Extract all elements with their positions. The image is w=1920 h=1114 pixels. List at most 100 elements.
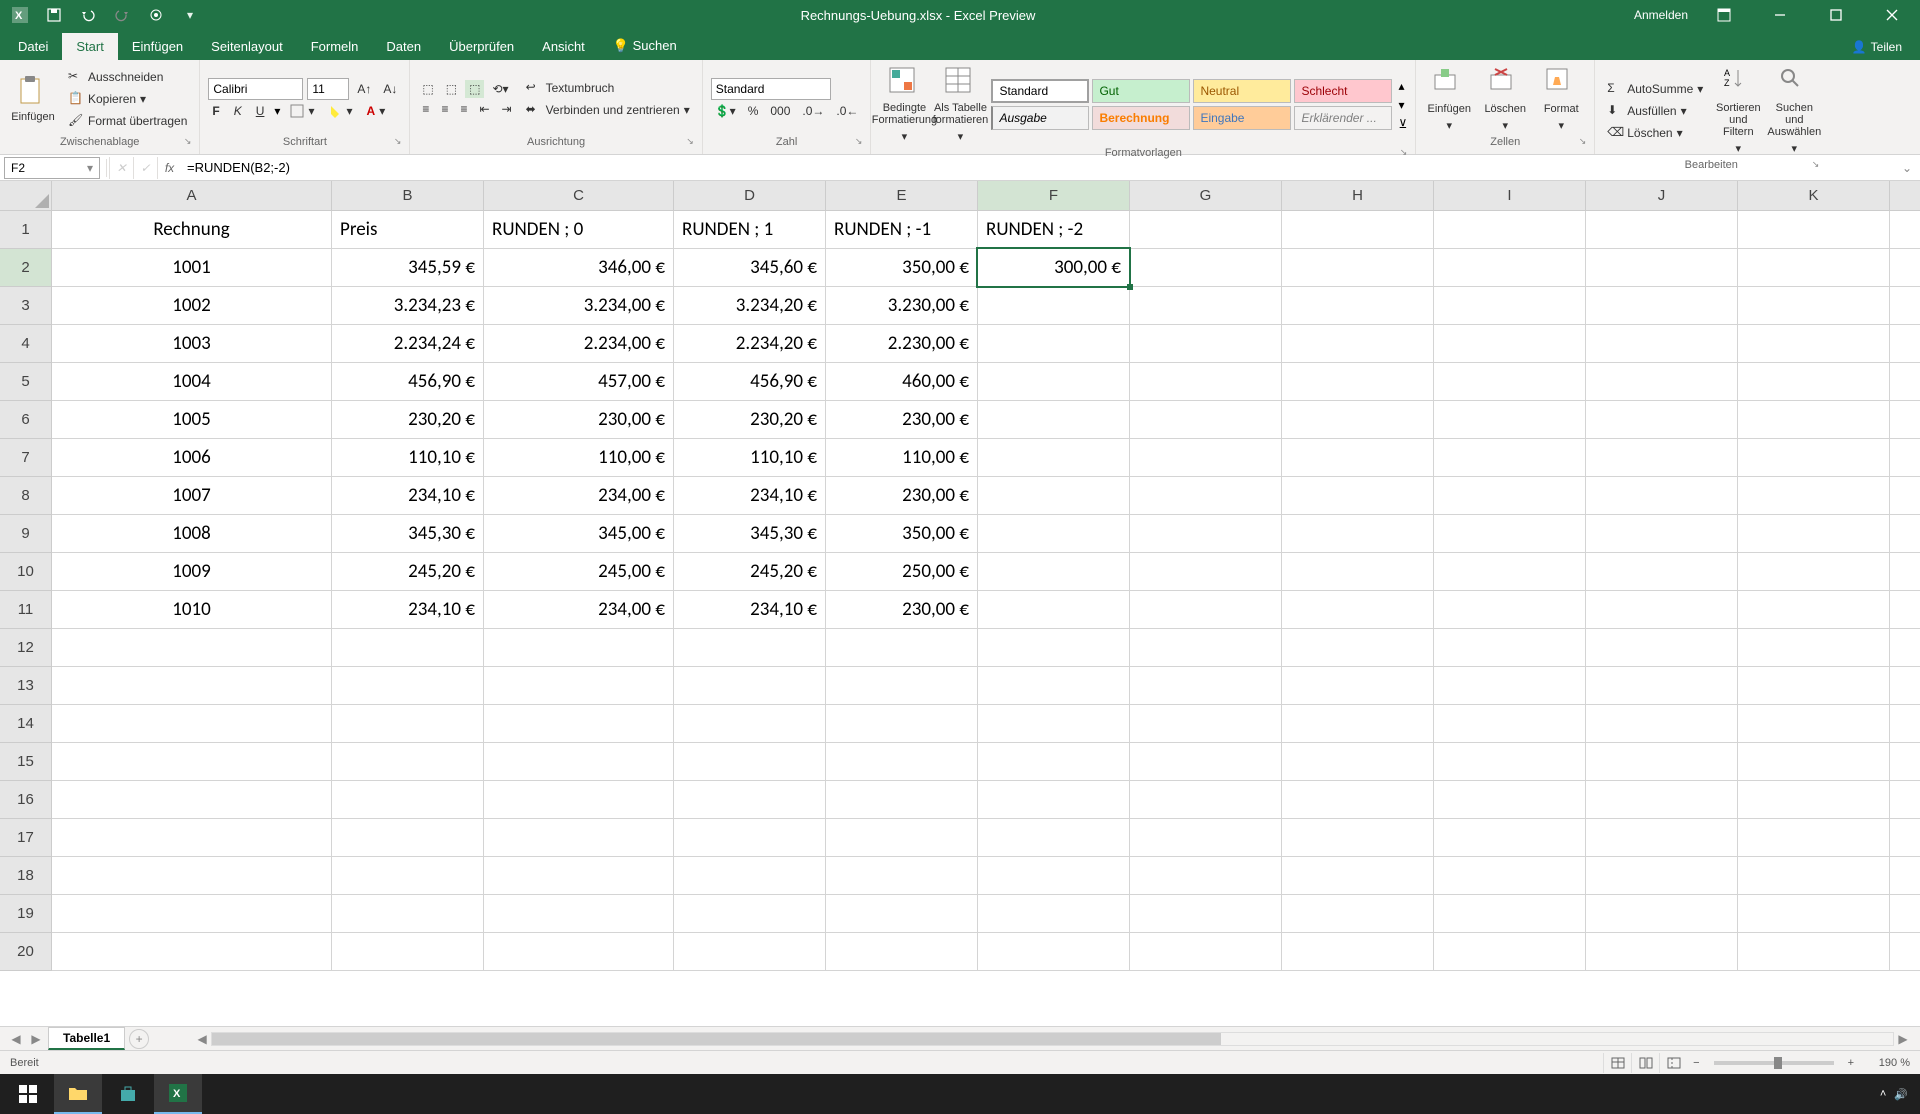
- tab-einfuegen[interactable]: Einfügen: [118, 33, 197, 60]
- cell-E13[interactable]: [826, 667, 978, 705]
- cell-I18[interactable]: [1434, 857, 1586, 895]
- row-header-3[interactable]: 3: [0, 287, 52, 325]
- cell-A16[interactable]: [52, 781, 332, 819]
- tab-ueberpruefen[interactable]: Überprüfen: [435, 33, 528, 60]
- cell-F19[interactable]: [978, 895, 1130, 933]
- cell-J18[interactable]: [1586, 857, 1738, 895]
- cell-J3[interactable]: [1586, 287, 1738, 325]
- cell-B13[interactable]: [332, 667, 484, 705]
- tab-daten[interactable]: Daten: [372, 33, 435, 60]
- cell-B11[interactable]: 234,10 €: [332, 591, 484, 629]
- align-top-icon[interactable]: ⬚: [418, 80, 437, 98]
- redo-icon[interactable]: [110, 3, 134, 27]
- cell-B20[interactable]: [332, 933, 484, 971]
- cell-I5[interactable]: [1434, 363, 1586, 401]
- cell-E7[interactable]: 110,00 €: [826, 439, 978, 477]
- cell-A4[interactable]: 1003: [52, 325, 332, 363]
- cell-H5[interactable]: [1282, 363, 1434, 401]
- cell-A9[interactable]: 1008: [52, 515, 332, 553]
- decrease-decimal-icon[interactable]: .0←: [832, 102, 862, 120]
- cell-A12[interactable]: [52, 629, 332, 667]
- cell-B9[interactable]: 345,30 €: [332, 515, 484, 553]
- cell-C6[interactable]: 230,00 €: [484, 401, 674, 439]
- cell-I2[interactable]: [1434, 249, 1586, 287]
- cell-E12[interactable]: [826, 629, 978, 667]
- cell-J8[interactable]: [1586, 477, 1738, 515]
- cell-overflow[interactable]: [1890, 743, 1920, 781]
- cell-overflow[interactable]: [1890, 895, 1920, 933]
- cell-C14[interactable]: [484, 705, 674, 743]
- cell-J16[interactable]: [1586, 781, 1738, 819]
- cell-overflow[interactable]: [1890, 933, 1920, 971]
- cell-I3[interactable]: [1434, 287, 1586, 325]
- currency-icon[interactable]: 💲▾: [711, 102, 740, 120]
- cell-G9[interactable]: [1130, 515, 1282, 553]
- column-header-F[interactable]: F: [978, 181, 1130, 211]
- cell-B6[interactable]: 230,20 €: [332, 401, 484, 439]
- cell-C20[interactable]: [484, 933, 674, 971]
- fx-icon[interactable]: fx: [157, 157, 181, 179]
- row-header-7[interactable]: 7: [0, 439, 52, 477]
- cell-H17[interactable]: [1282, 819, 1434, 857]
- row-header-15[interactable]: 15: [0, 743, 52, 781]
- cell-D8[interactable]: 234,10 €: [674, 477, 826, 515]
- align-bottom-icon[interactable]: ⬚: [465, 80, 484, 98]
- cell-H14[interactable]: [1282, 705, 1434, 743]
- cut-button[interactable]: ✂Ausschneiden: [64, 67, 191, 87]
- cell-D16[interactable]: [674, 781, 826, 819]
- column-header-D[interactable]: D: [674, 181, 826, 211]
- cell-B15[interactable]: [332, 743, 484, 781]
- cell-style-ausgabe[interactable]: Ausgabe: [991, 106, 1089, 130]
- row-header-2[interactable]: 2: [0, 249, 52, 287]
- cell-G13[interactable]: [1130, 667, 1282, 705]
- cell-C15[interactable]: [484, 743, 674, 781]
- cell-F12[interactable]: [978, 629, 1130, 667]
- cell-J6[interactable]: [1586, 401, 1738, 439]
- cell-G19[interactable]: [1130, 895, 1282, 933]
- cell-D11[interactable]: 234,10 €: [674, 591, 826, 629]
- cell-F3[interactable]: [978, 287, 1130, 325]
- cell-G6[interactable]: [1130, 401, 1282, 439]
- save-icon[interactable]: [42, 3, 66, 27]
- cell-overflow[interactable]: [1890, 401, 1920, 439]
- cell-I9[interactable]: [1434, 515, 1586, 553]
- close-icon[interactable]: [1872, 0, 1912, 30]
- cell-J19[interactable]: [1586, 895, 1738, 933]
- cell-B3[interactable]: 3.234,23 €: [332, 287, 484, 325]
- cell-K19[interactable]: [1738, 895, 1890, 933]
- cell-overflow[interactable]: [1890, 477, 1920, 515]
- cell-B12[interactable]: [332, 629, 484, 667]
- tray-up-icon[interactable]: ˄: [1880, 1088, 1886, 1100]
- cell-style-berechnung[interactable]: Berechnung: [1092, 106, 1190, 130]
- row-header-19[interactable]: 19: [0, 895, 52, 933]
- cell-H18[interactable]: [1282, 857, 1434, 895]
- cell-overflow[interactable]: [1890, 287, 1920, 325]
- cell-K13[interactable]: [1738, 667, 1890, 705]
- cell-F9[interactable]: [978, 515, 1130, 553]
- cell-G16[interactable]: [1130, 781, 1282, 819]
- cell-I17[interactable]: [1434, 819, 1586, 857]
- zoom-level[interactable]: 190 %: [1860, 1057, 1910, 1069]
- cell-D10[interactable]: 245,20 €: [674, 553, 826, 591]
- cell-F5[interactable]: [978, 363, 1130, 401]
- cell-K10[interactable]: [1738, 553, 1890, 591]
- column-header-I[interactable]: I: [1434, 181, 1586, 211]
- cell-F6[interactable]: [978, 401, 1130, 439]
- cell-overflow[interactable]: [1890, 325, 1920, 363]
- cell-H4[interactable]: [1282, 325, 1434, 363]
- format-painter-button[interactable]: 🖌Format übertragen: [64, 111, 191, 131]
- cell-F2[interactable]: 300,00 €: [978, 249, 1130, 287]
- cell-H10[interactable]: [1282, 553, 1434, 591]
- cell-C3[interactable]: 3.234,00 €: [484, 287, 674, 325]
- cell-D18[interactable]: [674, 857, 826, 895]
- row-header-5[interactable]: 5: [0, 363, 52, 401]
- cell-K6[interactable]: [1738, 401, 1890, 439]
- cell-overflow[interactable]: [1890, 819, 1920, 857]
- cell-K16[interactable]: [1738, 781, 1890, 819]
- cell-E10[interactable]: 250,00 €: [826, 553, 978, 591]
- decrease-indent-icon[interactable]: ⇤: [475, 100, 493, 118]
- minimize-icon[interactable]: [1760, 0, 1800, 30]
- cell-I1[interactable]: [1434, 211, 1586, 249]
- cell-A7[interactable]: 1006: [52, 439, 332, 477]
- cell-I19[interactable]: [1434, 895, 1586, 933]
